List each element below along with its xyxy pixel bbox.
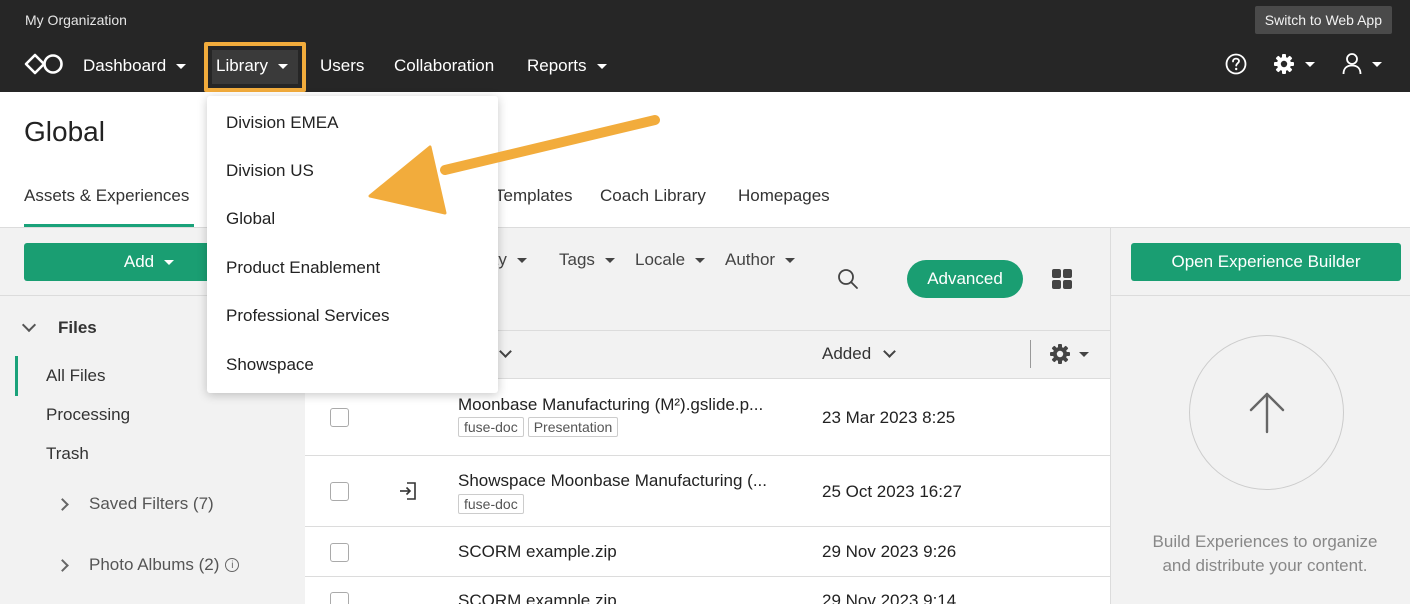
chevron-down-icon [695, 257, 706, 263]
page-title: Global [24, 116, 105, 147]
menu-item-product-enablement[interactable]: Product Enablement [226, 258, 380, 278]
table-row[interactable]: SCORM example.zip 29 Nov 2023 9:14 [305, 577, 1110, 604]
advanced-search-button[interactable]: Advanced [907, 260, 1023, 298]
chevron-down-icon [277, 63, 288, 69]
filter-tags-label: Tags [559, 250, 595, 269]
help-icon [1225, 53, 1247, 75]
tag-badge[interactable]: fuse-doc [458, 417, 524, 437]
row-checkbox[interactable] [330, 543, 349, 562]
menu-item-showspace[interactable]: Showspace [226, 355, 314, 375]
menu-item-division-emea[interactable]: Division EMEA [226, 113, 338, 133]
sidebar-item-trash[interactable]: Trash [46, 444, 89, 464]
divider [1110, 295, 1410, 296]
filter-locale[interactable]: Locale [635, 250, 706, 270]
tab-assets-experiences[interactable]: Assets & Experiences [24, 186, 189, 206]
filter-author-label: Author [725, 250, 776, 269]
chevron-down-icon [176, 63, 187, 69]
build-experiences-text: Build Experiences to organize and distri… [1152, 532, 1378, 575]
search-icon[interactable] [837, 268, 859, 290]
menu-item-division-us[interactable]: Division US [226, 161, 314, 181]
chevron-down-icon [499, 345, 513, 358]
sign-in-icon [400, 482, 416, 500]
menu-item-professional-services[interactable]: Professional Services [226, 306, 389, 326]
photo-albums-toggle[interactable]: Photo Albums (2) i [56, 555, 240, 575]
chevron-down-icon [1305, 61, 1315, 67]
tab-coach-library[interactable]: Coach Library [600, 186, 706, 206]
nav-library-label: Library [216, 56, 268, 75]
row-file-name[interactable]: SCORM example.zip [458, 542, 617, 562]
nav-dashboard[interactable]: Dashboard [83, 42, 187, 90]
user-icon [1342, 53, 1362, 75]
help-button[interactable] [1225, 50, 1247, 78]
files-section-toggle[interactable]: Files [21, 317, 97, 338]
user-menu-button[interactable] [1342, 50, 1382, 78]
library-dropdown-menu: Division EMEA Division US Global Product… [207, 96, 498, 393]
filter-author[interactable]: Author [725, 250, 796, 270]
table-row[interactable]: SCORM example.zip 29 Nov 2023 9:26 [305, 527, 1110, 577]
tab-homepages[interactable]: Homepages [738, 186, 830, 206]
nav-users[interactable]: Users [320, 42, 364, 90]
sidebar-item-all-files[interactable]: All Files [46, 366, 106, 386]
sidebar-item-processing[interactable]: Processing [46, 405, 130, 425]
arrow-up-icon [1249, 392, 1285, 434]
row-file-name[interactable]: SCORM example.zip [458, 591, 617, 604]
column-resize-handle[interactable] [1030, 340, 1031, 368]
gear-icon [1274, 54, 1294, 74]
nav-collaboration[interactable]: Collaboration [394, 42, 494, 90]
add-button-label: Add [123, 252, 155, 271]
nav-library[interactable]: Library [216, 42, 288, 90]
saved-filters-label: Saved Filters (7) [89, 494, 214, 513]
row-added-date: 29 Nov 2023 9:26 [822, 542, 957, 561]
settings-button[interactable] [1273, 50, 1315, 78]
chevron-right-icon [56, 497, 69, 511]
chevron-down-icon [516, 257, 527, 263]
table-row[interactable]: Showspace Moonbase Manufacturing (... fu… [305, 456, 1110, 527]
filter-tags[interactable]: Tags [559, 250, 615, 270]
column-added-header[interactable]: Added [822, 344, 897, 364]
row-added-date: 23 Mar 2023 8:25 [822, 408, 956, 427]
chevron-right-icon [56, 558, 69, 572]
filter-locale-label: Locale [635, 250, 686, 269]
row-checkbox[interactable] [330, 408, 349, 427]
nav-reports-label: Reports [527, 56, 587, 75]
menu-item-global[interactable]: Global [226, 209, 275, 229]
chevron-down-icon [1372, 61, 1382, 67]
organization-name: My Organization [25, 12, 127, 28]
tag-badge[interactable]: Presentation [527, 417, 619, 437]
tag-badge[interactable]: fuse-doc [458, 494, 524, 514]
row-added-date: 29 Nov 2023 9:14 [822, 591, 957, 604]
row-checkbox[interactable] [330, 592, 349, 604]
switch-to-web-app-button[interactable]: Switch to Web App [1254, 6, 1392, 34]
files-label: Files [58, 318, 97, 337]
upload-dropzone[interactable] [1189, 335, 1344, 490]
row-checkbox[interactable] [330, 482, 349, 501]
column-settings-button[interactable] [1049, 343, 1089, 365]
logo-icon[interactable] [24, 52, 64, 76]
row-file-name[interactable]: Showspace Moonbase Manufacturing (... [458, 471, 767, 491]
chevron-down-icon [596, 63, 607, 69]
open-experience-builder-button[interactable]: Open Experience Builder [1131, 243, 1401, 281]
column-added-label: Added [822, 344, 872, 363]
chevron-down-icon [1079, 351, 1089, 357]
active-item-indicator [15, 356, 18, 396]
info-icon[interactable]: i [225, 558, 240, 572]
top-bar: My Organization Switch to Web App Dashbo… [0, 0, 1410, 92]
photo-albums-label: Photo Albums (2) [89, 555, 220, 574]
chevron-down-icon [21, 317, 37, 333]
row-added-date: 25 Oct 2023 16:27 [822, 482, 962, 501]
chevron-down-icon [883, 345, 897, 358]
row-file-name[interactable]: Moonbase Manufacturing (M²).gslide.p... [458, 395, 763, 415]
grid-view-icon[interactable] [1052, 269, 1072, 289]
chevron-down-icon [164, 259, 175, 265]
nav-reports[interactable]: Reports [527, 42, 607, 90]
nav-dashboard-label: Dashboard [83, 56, 167, 75]
saved-filters-toggle[interactable]: Saved Filters (7) [56, 494, 214, 514]
gear-icon [1050, 344, 1070, 364]
chevron-down-icon [604, 257, 615, 263]
chevron-down-icon [785, 257, 796, 263]
tab-templates[interactable]: Templates [495, 186, 572, 206]
